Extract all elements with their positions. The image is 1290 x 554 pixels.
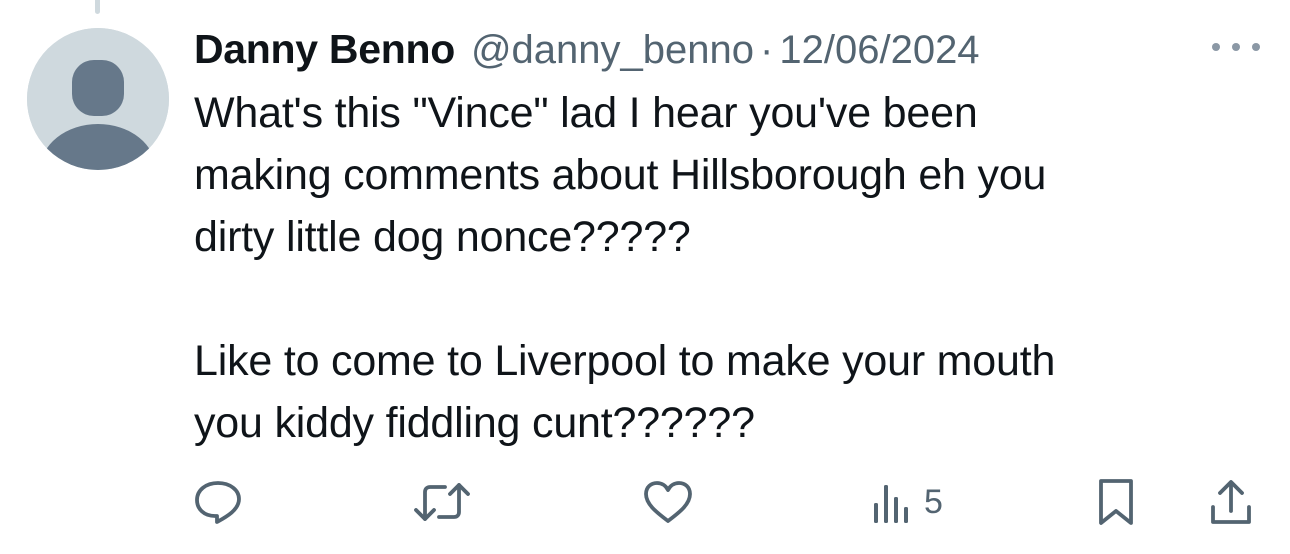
separator-dot: · (760, 28, 774, 72)
tweet-content: Danny Benno @danny_benno · 12/06/2024 Wh… (194, 22, 1204, 454)
views-button[interactable]: 5 (870, 478, 943, 526)
tweet-date[interactable]: 12/06/2024 (779, 23, 979, 77)
avatar[interactable] (27, 28, 169, 170)
reply-icon (195, 481, 241, 524)
tweet-header: Danny Benno @danny_benno · 12/06/2024 (194, 22, 1204, 76)
heart-icon (644, 481, 692, 523)
more-dot (1212, 43, 1220, 51)
views-icon (874, 485, 908, 523)
reply-button[interactable] (193, 478, 243, 526)
thread-connector-line (95, 0, 100, 14)
display-name[interactable]: Danny Benno (194, 22, 455, 76)
like-button[interactable] (642, 478, 694, 526)
user-handle[interactable]: @danny_benno (471, 23, 754, 77)
more-dot (1252, 43, 1260, 51)
retweet-icon (414, 483, 470, 521)
views-count: 5 (924, 482, 943, 521)
more-options-icon[interactable] (1212, 35, 1260, 59)
bookmark-button[interactable] (1095, 478, 1137, 526)
retweet-button[interactable] (413, 478, 471, 526)
tweet-text: What's this "Vince" lad I hear you've be… (194, 89, 1056, 447)
more-dot (1232, 43, 1240, 51)
action-bar: 5 (0, 478, 1290, 526)
share-icon (1211, 480, 1251, 524)
share-button[interactable] (1208, 478, 1254, 526)
default-profile-icon (27, 28, 169, 170)
bookmark-icon (1099, 479, 1133, 525)
